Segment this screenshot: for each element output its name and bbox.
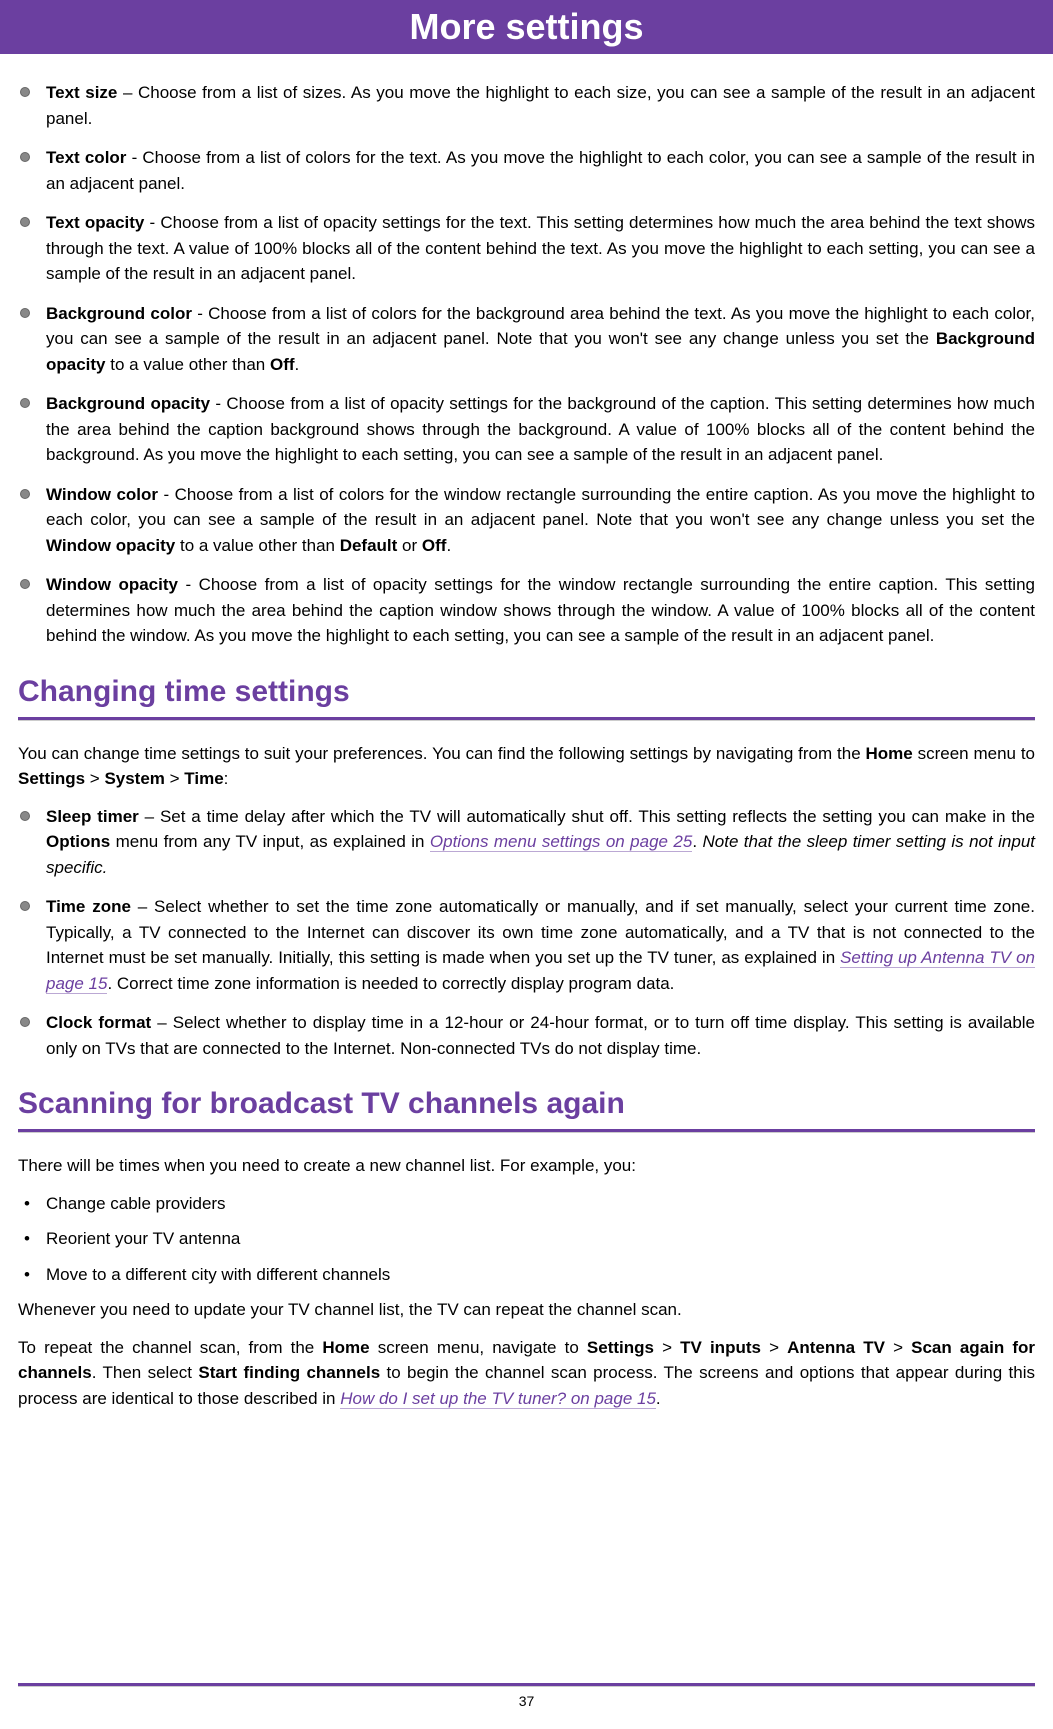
list-item: Reorient your TV antenna (18, 1226, 1035, 1252)
time-settings-list: Sleep timer – Set a time delay after whi… (18, 804, 1035, 1062)
paragraph: There will be times when you need to cre… (18, 1153, 1035, 1179)
bold: Time (184, 769, 223, 788)
text: To repeat the channel scan, from the (18, 1338, 322, 1357)
text: : (224, 769, 229, 788)
section-heading-time: Changing time settings (18, 675, 1035, 709)
text: – (131, 897, 154, 916)
text: screen menu to (913, 744, 1035, 763)
list-item: Text size – Choose from a list of sizes.… (18, 80, 1035, 131)
term: Time zone (46, 897, 131, 916)
bold: Antenna TV (787, 1338, 885, 1357)
term: Text size (46, 83, 117, 102)
list-item: Text color - Choose from a list of color… (18, 145, 1035, 196)
tuner-setup-link[interactable]: How do I set up the TV tuner? on page 15 (340, 1389, 656, 1409)
bold: Settings (587, 1338, 654, 1357)
bold: Off (270, 355, 295, 374)
text: menu from any TV input, as explained in (110, 832, 430, 851)
list-item: Time zone – Select whether to set the ti… (18, 894, 1035, 996)
text: Choose from a list of opacity settings f… (46, 213, 1035, 283)
heading-rule (18, 1129, 1035, 1133)
reasons-list: Change cable providers Reorient your TV … (18, 1191, 1035, 1288)
page-number: 37 (0, 1693, 1053, 1729)
text: – (117, 83, 138, 102)
text: Select whether to display time in a 12-h… (46, 1013, 1035, 1058)
term: Text color (46, 148, 126, 167)
section-heading-scan: Scanning for broadcast TV channels again (18, 1087, 1035, 1121)
text: . Then select (92, 1363, 199, 1382)
text: You can change time settings to suit you… (18, 744, 866, 763)
bold: TV inputs (680, 1338, 761, 1357)
list-item: Background color - Choose from a list of… (18, 301, 1035, 378)
page-header: More settings (0, 0, 1053, 54)
text: > (654, 1338, 680, 1357)
text: to a value other than (175, 536, 339, 555)
term: Window opacity (46, 575, 178, 594)
text: to a value other than (106, 355, 270, 374)
text: . (295, 355, 300, 374)
paragraph: Whenever you need to update your TV chan… (18, 1297, 1035, 1323)
text: > (165, 769, 184, 788)
text: – (151, 1013, 173, 1032)
heading-rule (18, 717, 1035, 721)
bold: Home (866, 744, 913, 763)
bold: Default (340, 536, 398, 555)
list-item: Move to a different city with different … (18, 1262, 1035, 1288)
page-content: Text size – Choose from a list of sizes.… (0, 80, 1053, 1543)
text: or (397, 536, 422, 555)
text: - (126, 148, 142, 167)
options-menu-link[interactable]: Options menu settings on page 25 (430, 832, 692, 852)
text: . (692, 832, 702, 851)
text: – (139, 807, 160, 826)
term: Window color (46, 485, 158, 504)
text: Choose from a list of sizes. As you move… (46, 83, 1035, 128)
page-header-title: More settings (409, 6, 643, 47)
list-item: Change cable providers (18, 1191, 1035, 1217)
footer-rule (18, 1683, 1035, 1687)
bold: Start finding channels (198, 1363, 380, 1382)
page-footer: 37 (0, 1683, 1053, 1729)
term: Text opacity (46, 213, 144, 232)
text: > (85, 769, 104, 788)
settings-list-1: Text size – Choose from a list of sizes.… (18, 80, 1035, 649)
bold: Window opacity (46, 536, 175, 555)
text: > (761, 1338, 787, 1357)
list-item: Window opacity - Choose from a list of o… (18, 572, 1035, 649)
text: Choose from a list of colors for the tex… (46, 148, 1035, 193)
text: Choose from a list of colors for the win… (46, 485, 1035, 530)
text: - (210, 394, 226, 413)
text: > (885, 1338, 911, 1357)
text: - (178, 575, 199, 594)
text: screen menu, navigate to (370, 1338, 587, 1357)
text: - (158, 485, 175, 504)
text: - (192, 304, 208, 323)
bold: Off (422, 536, 447, 555)
text: - (144, 213, 160, 232)
term: Background color (46, 304, 192, 323)
list-item: Background opacity - Choose from a list … (18, 391, 1035, 468)
bold: System (104, 769, 164, 788)
text: . (446, 536, 451, 555)
text: . Correct time zone information is neede… (107, 974, 674, 993)
list-item: Clock format – Select whether to display… (18, 1010, 1035, 1061)
text: Set a time delay after which the TV will… (160, 807, 1035, 826)
text: . (656, 1389, 661, 1408)
list-item: Sleep timer – Set a time delay after whi… (18, 804, 1035, 881)
term: Sleep timer (46, 807, 139, 826)
term: Clock format (46, 1013, 151, 1032)
term: Background opacity (46, 394, 210, 413)
bold: Home (322, 1338, 369, 1357)
list-item: Window color - Choose from a list of col… (18, 482, 1035, 559)
paragraph: To repeat the channel scan, from the Hom… (18, 1335, 1035, 1412)
bold: Settings (18, 769, 85, 788)
list-item: Text opacity - Choose from a list of opa… (18, 210, 1035, 287)
paragraph: You can change time settings to suit you… (18, 741, 1035, 792)
bold: Options (46, 832, 110, 851)
